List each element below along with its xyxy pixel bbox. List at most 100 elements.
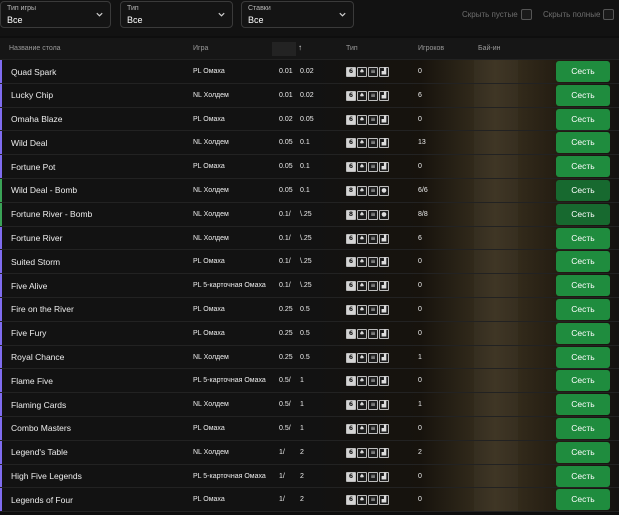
cards-icon: ♠ [357, 233, 367, 244]
hide-full-checkbox[interactable] [603, 8, 615, 20]
sit-button[interactable]: Сесть [556, 132, 610, 154]
table-name: Omaha Blaze [11, 114, 63, 125]
table-row[interactable]: High Five Legends PL 5-карточная Омаха 1/2… [0, 464, 619, 489]
sit-button[interactable]: Сесть [556, 394, 610, 416]
type-value: Все [127, 15, 143, 25]
sit-button[interactable]: Сесть [556, 441, 610, 463]
table-row[interactable]: Omaha Blaze PL Омаха 0.02 0.05 6 ♠ ≡ ▟ 0 Сесть [0, 107, 619, 132]
small-blind: 1/ [279, 496, 285, 504]
table-row[interactable]: Wild Deal - Bomb NL Холдем 0.05 0.1 8 ♠ ≡ ● 6/6 С… [0, 178, 619, 203]
table-row[interactable]: Suited Storm PL Омаха 0.1/ \.25 6 ♠ ≡ ▟ 0 Сесть [0, 250, 619, 275]
buyin-cell [474, 179, 518, 202]
sit-button[interactable]: Сесть [556, 61, 610, 82]
table-row[interactable]: Five Alive PL 5-карточная Омаха 0.1/ \.25 6 ♠… [0, 274, 619, 298]
big-blind: 1 [300, 377, 304, 385]
sit-button[interactable]: Сесть [556, 275, 610, 297]
row-accent [0, 488, 2, 512]
small-blind: 0.1/ [279, 282, 291, 290]
player-count: 6 [418, 234, 422, 242]
table-row[interactable]: Combo Masters PL Омаха 0.5/1 6 ♠ ≡ ▟ 0 Сесть [0, 416, 619, 441]
hide-empty-toggle[interactable]: Скрыть пустые [462, 7, 532, 21]
sit-button[interactable]: Сесть [556, 298, 610, 320]
buyin-cell [474, 203, 518, 226]
table-row[interactable]: Fortune River NL Холдем 0.1/\.25 6 ♠ ≡ ▟ 6 Сесть [0, 226, 619, 251]
game-type-dropdown[interactable]: Тип игры Все [0, 1, 111, 28]
sit-button[interactable]: Сесть [556, 417, 610, 439]
player-count: 0 [418, 472, 422, 480]
hide-empty-checkbox[interactable] [520, 8, 532, 20]
sit-button[interactable]: Сесть [556, 156, 610, 178]
sit-button[interactable]: Сесть [556, 465, 610, 487]
big-blind: 0.05 [300, 115, 314, 123]
game-type: NL Холдем [193, 186, 229, 194]
row-accent [0, 321, 2, 345]
speed-icon: ≡ [368, 400, 378, 411]
cards-icon: ♠ [357, 114, 367, 125]
big-blind: \.25 [300, 258, 312, 266]
sort-arrow-icon[interactable]: ↑ [298, 43, 302, 52]
table-row[interactable]: Quad Spark PL Омаха 0.01 0.02 6 ♠ ≡ ▟ 0 Сесть [0, 60, 619, 84]
table-row[interactable]: Fortune Pot PL Омаха 0.05 0.1 6 ♠ ≡ ▟ 0 Сесть [0, 155, 619, 179]
sit-button[interactable]: Сесть [556, 84, 610, 106]
sit-button[interactable]: Сесть [556, 370, 610, 392]
table-row[interactable]: Flame Five PL 5-карточная Омаха 0.5/1 6 ♠ ≡ ▟ 0… [0, 369, 619, 394]
speed-icon: ≡ [368, 471, 378, 482]
game-type: NL Холдем [193, 139, 229, 147]
small-blind: 0.5/ [279, 377, 291, 385]
table-row[interactable]: Five Fury PL Омаха 0.25 0.5 6 ♠ ≡ ▟ 0 Сесть [0, 321, 619, 346]
sit-button[interactable]: Сесть [556, 108, 610, 130]
game-type: PL Омаха [193, 115, 225, 123]
seat-count-icon: 6 [346, 162, 356, 173]
table-row[interactable]: Royal Chance NL Холдем 0.25 0.5 6 ♠ ≡ ▟ 1 Сесть [0, 345, 619, 370]
sit-button[interactable]: Сесть [556, 203, 610, 225]
type-icons: 6 ♠ ≡ ▟ [346, 138, 389, 149]
type-icons: 6 ♠ ≡ ▟ [346, 304, 389, 315]
cards-icon: ♠ [357, 447, 367, 458]
buyin-cell [474, 393, 518, 416]
row-accent [0, 250, 2, 274]
table-row[interactable]: Lucky Chip NL Холдем 0.01 0.02 6 ♠ ≡ ▟ 6 Сесть [0, 83, 619, 108]
hide-full-toggle[interactable]: Скрыть полные [543, 7, 615, 21]
sit-button[interactable]: Сесть [556, 227, 610, 249]
col-buyin-header[interactable]: Бай-ин [478, 45, 501, 52]
cards-icon: ♠ [357, 328, 367, 339]
table-row[interactable]: Fortune River - Bomb NL Холдем 0.1/ \.25 8 ♠ ≡… [0, 202, 619, 227]
row-accent [0, 416, 2, 440]
cards-icon: ♠ [357, 376, 367, 387]
chart-icon: ▟ [379, 114, 389, 125]
buyin-cell [474, 322, 518, 345]
table-row[interactable]: Wild Deal NL Холдем 0.05 0.1 6 ♠ ≡ ▟ 13 Сесть [0, 131, 619, 156]
chevron-down-icon [96, 12, 103, 17]
col-type-header[interactable]: Тип [346, 45, 358, 52]
type-dropdown[interactable]: Тип Все [120, 1, 233, 28]
table-row[interactable]: Legends of Four PL Омаха 1/2 6 ♠ ≡ ▟ 0 Сесть [0, 488, 619, 513]
table-row[interactable]: Flaming Cards NL Холдем 0.5/1 6 ♠ ≡ ▟ 1 Сесть [0, 393, 619, 417]
small-blind: 0.25 [279, 353, 293, 361]
table-row[interactable]: Fire on the River PL Омаха 0.25 0.5 6 ♠ ≡ ▟ 0 Сес… [0, 297, 619, 322]
col-players-header[interactable]: Игроков [418, 45, 444, 52]
sit-button[interactable]: Сесть [556, 179, 610, 201]
chart-icon: ▟ [379, 495, 389, 506]
big-blind: 0.5 [300, 329, 310, 337]
big-blind: \.25 [300, 234, 312, 242]
player-count: 8/8 [418, 210, 428, 218]
seat-count-icon: 6 [346, 233, 356, 244]
stakes-dropdown[interactable]: Ставки Все [241, 1, 354, 28]
chart-icon: ▟ [379, 257, 389, 268]
cards-icon: ♠ [357, 90, 367, 101]
game-type: NL Холдем [193, 448, 229, 456]
table-row[interactable]: Legend's Table NL Холдем 1/2 6 ♠ ≡ ▟ 2 Сесть [0, 440, 619, 465]
type-label: Тип [127, 5, 139, 12]
game-type: PL Омаха [193, 305, 225, 313]
small-blind: 0.1/ [279, 234, 291, 242]
col-game-header[interactable]: Игра [193, 45, 208, 52]
col-stakes-header[interactable] [272, 42, 296, 56]
sit-button[interactable]: Сесть [556, 251, 610, 273]
table-name: Flaming Cards [11, 399, 67, 410]
seat-count-icon: 6 [346, 304, 356, 315]
sit-button[interactable]: Сесть [556, 322, 610, 344]
small-blind: 0.01 [279, 91, 293, 99]
sit-button[interactable]: Сесть [556, 489, 610, 511]
sit-button[interactable]: Сесть [556, 346, 610, 368]
col-name-header[interactable]: Название стола [9, 45, 61, 52]
